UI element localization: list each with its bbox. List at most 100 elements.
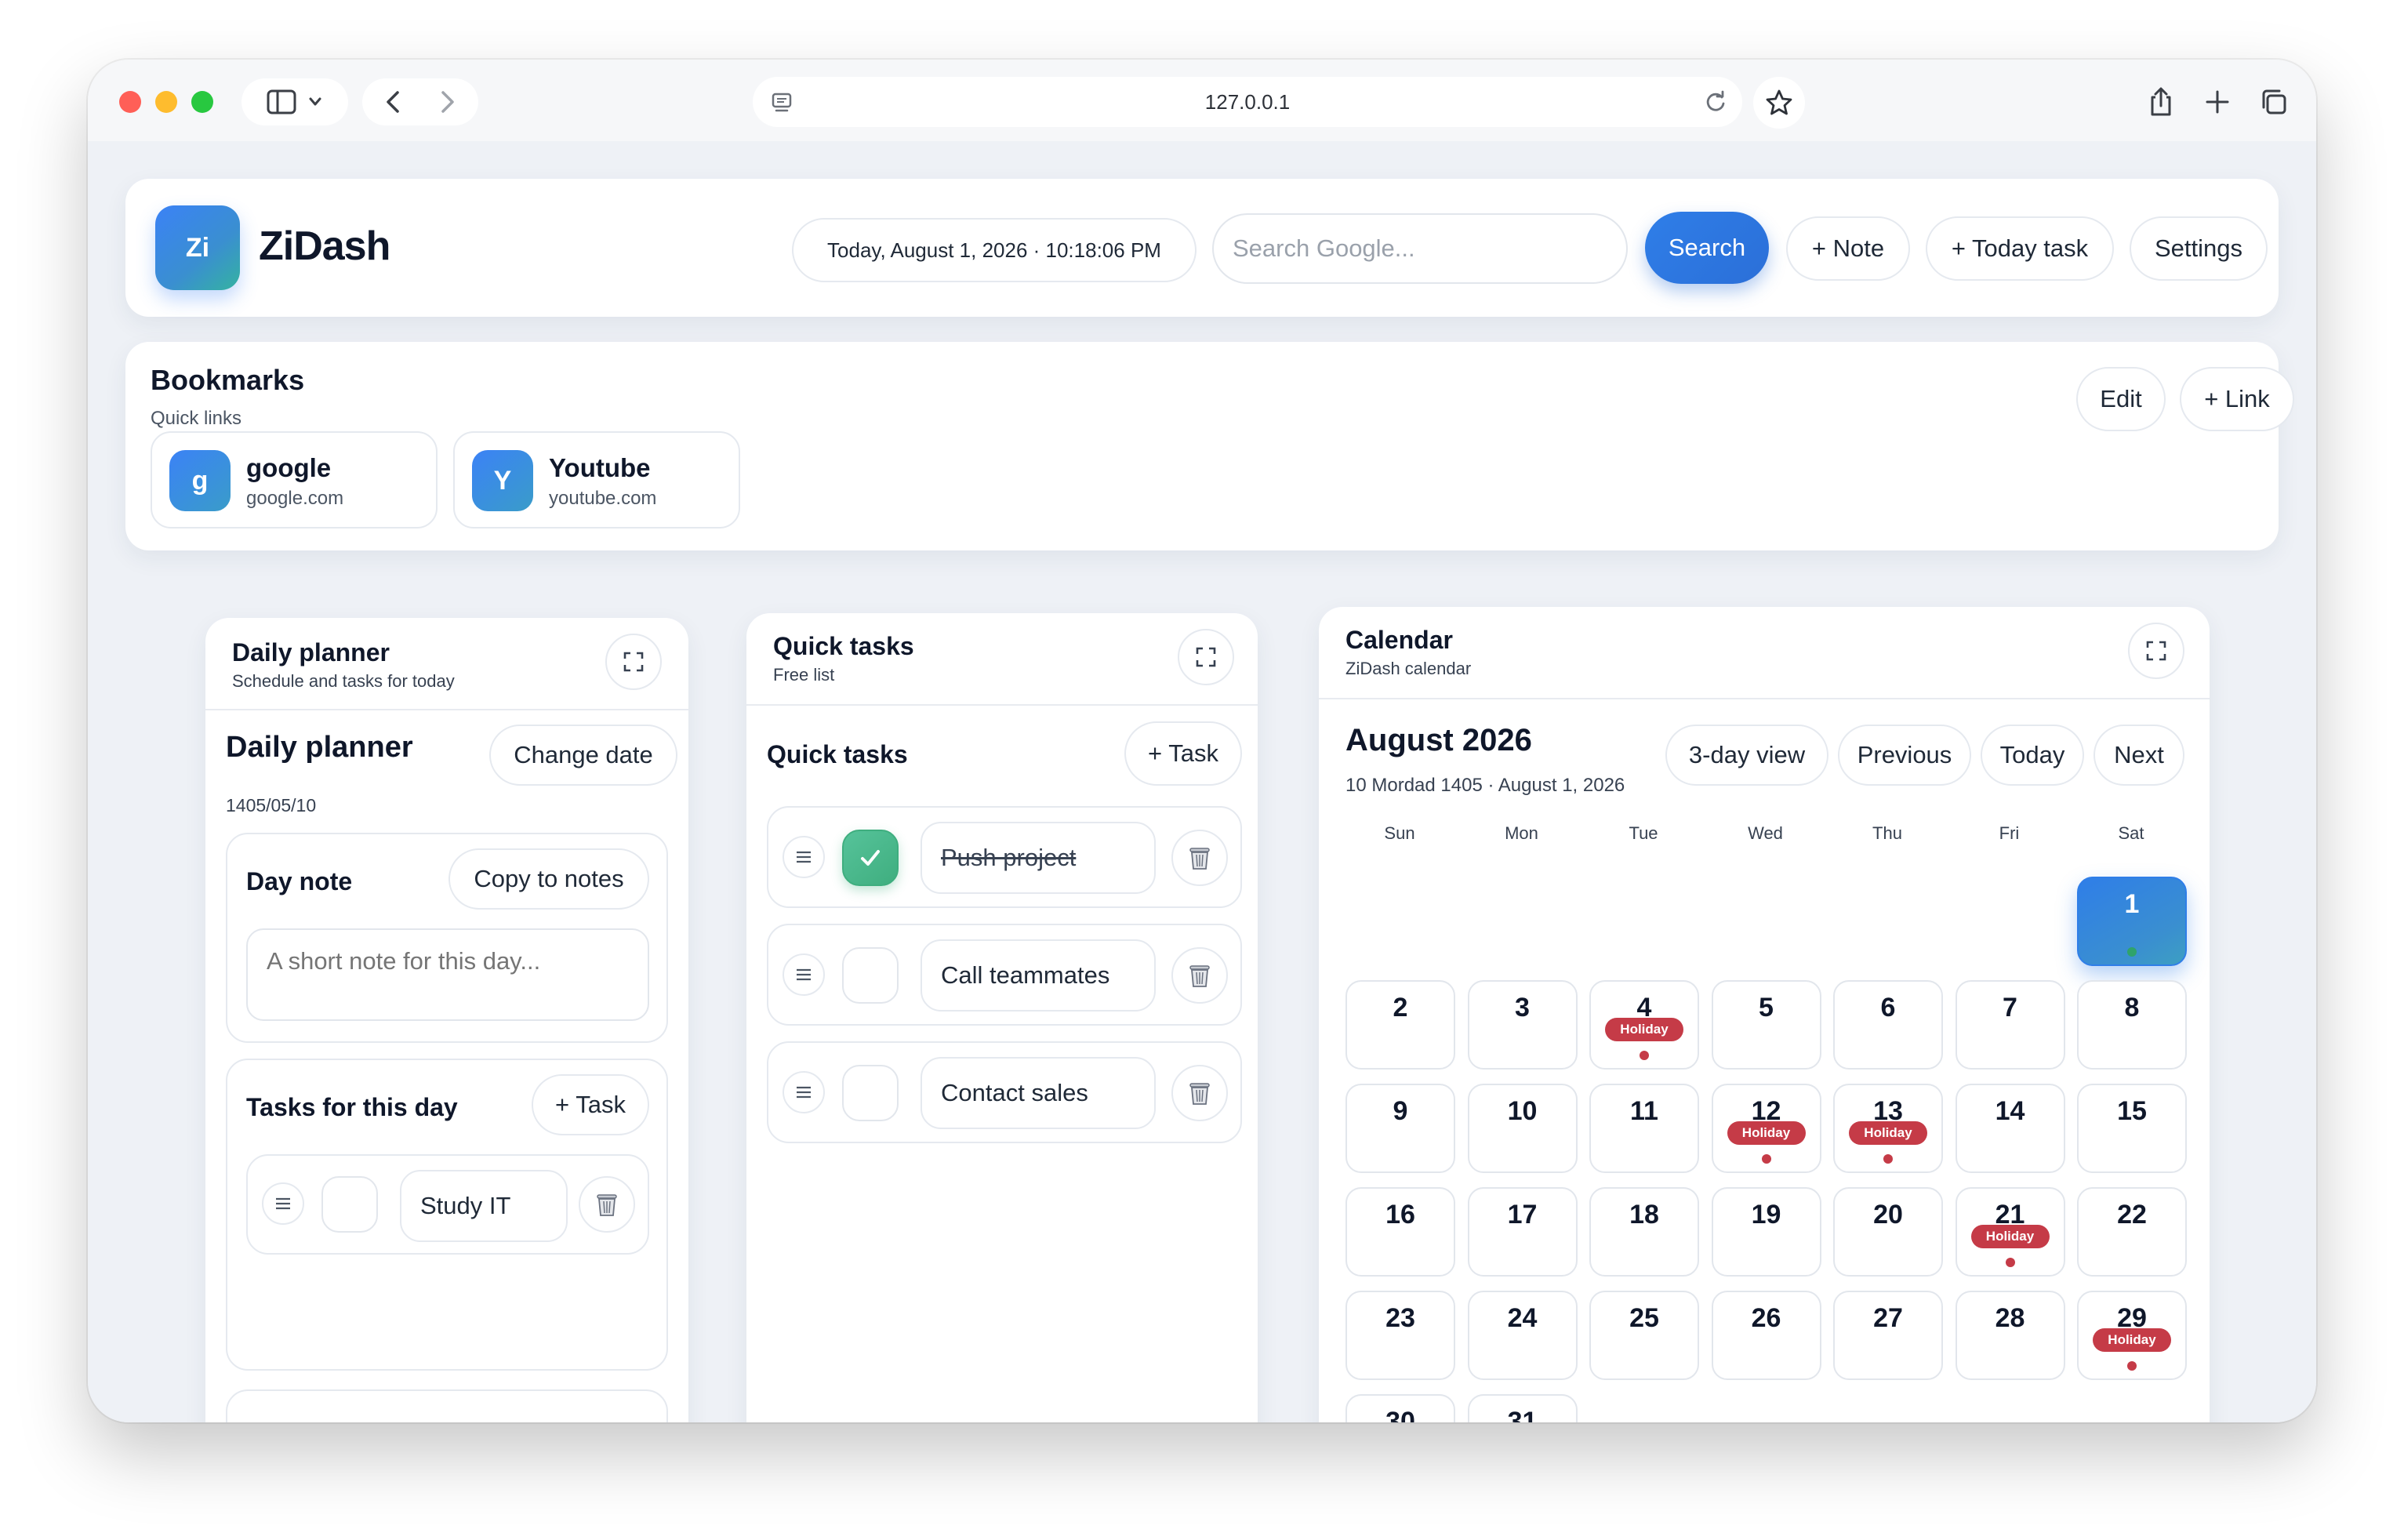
task-text[interactable]: Call teammates: [921, 939, 1156, 1012]
add-link-button[interactable]: + Link: [2180, 367, 2294, 431]
day-number: 9: [1393, 1096, 1408, 1126]
calendar-day[interactable]: 31: [1467, 1394, 1578, 1422]
calendar-day[interactable]: 25: [1589, 1291, 1699, 1380]
expand-icon: [2146, 641, 2166, 661]
task-text[interactable]: Push project: [921, 822, 1156, 894]
calendar-day[interactable]: 15: [2077, 1084, 2187, 1173]
bookmark-youtube[interactable]: Y Youtube youtube.com: [453, 431, 740, 528]
calendar-day[interactable]: 7: [1955, 980, 2065, 1070]
add-day-task-button[interactable]: + Task: [532, 1074, 649, 1135]
tab-overview-button[interactable]: [2252, 80, 2296, 124]
bookmark-avatar: g: [169, 450, 231, 511]
add-quick-task-button[interactable]: + Task: [1124, 721, 1242, 786]
calendar-day[interactable]: 17: [1467, 1187, 1578, 1277]
calendar-day[interactable]: 19: [1711, 1187, 1821, 1277]
close-window-button[interactable]: [119, 91, 141, 113]
calendar-day[interactable]: 18: [1589, 1187, 1699, 1277]
sidebar-toggle-button[interactable]: [241, 78, 348, 125]
quick-expand-button[interactable]: [1178, 629, 1234, 685]
planner-expand-button[interactable]: [605, 634, 662, 690]
sidebar-icon: [267, 89, 321, 114]
calendar-day[interactable]: 26: [1711, 1291, 1821, 1380]
calendar-day[interactable]: 14: [1955, 1084, 2065, 1173]
search-button[interactable]: Search: [1645, 212, 1769, 284]
calendar-day[interactable]: 29 Holiday: [2077, 1291, 2187, 1380]
calendar-expand-button[interactable]: [2128, 623, 2184, 679]
calendar-day[interactable]: 22: [2077, 1187, 2187, 1277]
three-day-view-button[interactable]: 3-day view: [1665, 725, 1828, 786]
calendar-day[interactable]: 10: [1467, 1084, 1578, 1173]
day-tasks-title: Tasks for this day: [246, 1093, 458, 1121]
calendar-day[interactable]: 2: [1345, 980, 1455, 1070]
share-icon: [2151, 87, 2171, 116]
top-header: Zi ZiDash Today, August 1, 2026 · 10:18:…: [125, 179, 2279, 317]
delete-task-button[interactable]: [1171, 1065, 1228, 1121]
calendar-day[interactable]: 12 Holiday: [1711, 1084, 1821, 1173]
calendar-day[interactable]: 30: [1345, 1394, 1455, 1422]
calendar-day[interactable]: 3: [1467, 980, 1578, 1070]
url-text: 127.0.0.1: [1204, 90, 1291, 114]
calendar-day[interactable]: 20: [1833, 1187, 1943, 1277]
bookmark-avatar: Y: [472, 450, 533, 511]
calendar-day[interactable]: 6: [1833, 980, 1943, 1070]
calendar-day[interactable]: 5: [1711, 980, 1821, 1070]
copy-to-notes-button[interactable]: Copy to notes: [448, 848, 649, 910]
task-text[interactable]: Contact sales: [921, 1057, 1156, 1129]
day-number: 25: [1629, 1303, 1659, 1333]
new-tab-button[interactable]: [2195, 80, 2239, 124]
add-today-task-button[interactable]: + Today task: [1926, 216, 2114, 281]
address-bar[interactable]: 127.0.0.1: [753, 77, 1742, 127]
task-checkbox[interactable]: [842, 947, 899, 1004]
day-number: 8: [2124, 993, 2140, 1022]
add-note-button[interactable]: + Note: [1786, 216, 1910, 281]
bookmark-google[interactable]: g google google.com: [151, 431, 438, 528]
holiday-badge: Holiday: [1849, 1121, 1927, 1145]
edit-bookmarks-button[interactable]: Edit: [2076, 367, 2166, 431]
bookmark-domain: google.com: [246, 488, 344, 509]
calendar-day[interactable]: 8: [2077, 980, 2187, 1070]
calendar-day-today[interactable]: 1: [2077, 877, 2187, 966]
calendar-day[interactable]: 28: [1955, 1291, 2065, 1380]
weekday-label: Sat: [2118, 823, 2144, 843]
reload-icon[interactable]: [1703, 89, 1728, 114]
settings-button[interactable]: Settings: [2130, 216, 2268, 281]
task-checkbox[interactable]: [842, 1065, 899, 1121]
today-button[interactable]: Today: [1981, 725, 2084, 786]
delete-task-button[interactable]: [1171, 830, 1228, 886]
delete-task-button[interactable]: [1171, 947, 1228, 1004]
delete-task-button[interactable]: [579, 1176, 635, 1233]
day-number: 23: [1385, 1303, 1415, 1333]
change-date-button[interactable]: Change date: [489, 725, 677, 786]
drag-handle[interactable]: [783, 836, 825, 878]
task-text[interactable]: Study IT: [400, 1170, 568, 1242]
weekday-label: Thu: [1872, 823, 1902, 843]
browser-toolbar: 127.0.0.1: [88, 60, 2316, 141]
back-icon: [387, 91, 399, 113]
drag-handle[interactable]: [783, 1071, 825, 1113]
drag-handle[interactable]: [262, 1182, 304, 1225]
calendar-card: Calendar ZiDash calendar August 2026 10 …: [1319, 607, 2210, 1422]
daily-planner-card: Daily planner Schedule and tasks for tod…: [205, 618, 688, 1422]
task-checkbox-checked[interactable]: [842, 830, 899, 886]
calendar-day[interactable]: 21 Holiday: [1955, 1187, 2065, 1277]
calendar-day[interactable]: 9: [1345, 1084, 1455, 1173]
calendar-day[interactable]: 24: [1467, 1291, 1578, 1380]
app-brand: ZiDash: [259, 223, 390, 269]
task-checkbox[interactable]: [321, 1176, 378, 1233]
bookmark-star-button[interactable]: [1753, 77, 1805, 129]
day-note-textarea[interactable]: [246, 928, 649, 1021]
next-month-button[interactable]: Next: [2094, 725, 2184, 786]
share-button[interactable]: [2139, 80, 2183, 124]
calendar-day[interactable]: 23: [1345, 1291, 1455, 1380]
drag-handle[interactable]: [783, 953, 825, 996]
previous-month-button[interactable]: Previous: [1838, 725, 1971, 786]
calendar-day[interactable]: 27: [1833, 1291, 1943, 1380]
zoom-window-button[interactable]: [191, 91, 213, 113]
calendar-day[interactable]: 4 Holiday: [1589, 980, 1699, 1070]
day-number: 22: [2117, 1200, 2147, 1229]
google-search-input[interactable]: [1212, 213, 1628, 284]
minimize-window-button[interactable]: [155, 91, 177, 113]
calendar-day[interactable]: 16: [1345, 1187, 1455, 1277]
calendar-day[interactable]: 13 Holiday: [1833, 1084, 1943, 1173]
calendar-day[interactable]: 11: [1589, 1084, 1699, 1173]
